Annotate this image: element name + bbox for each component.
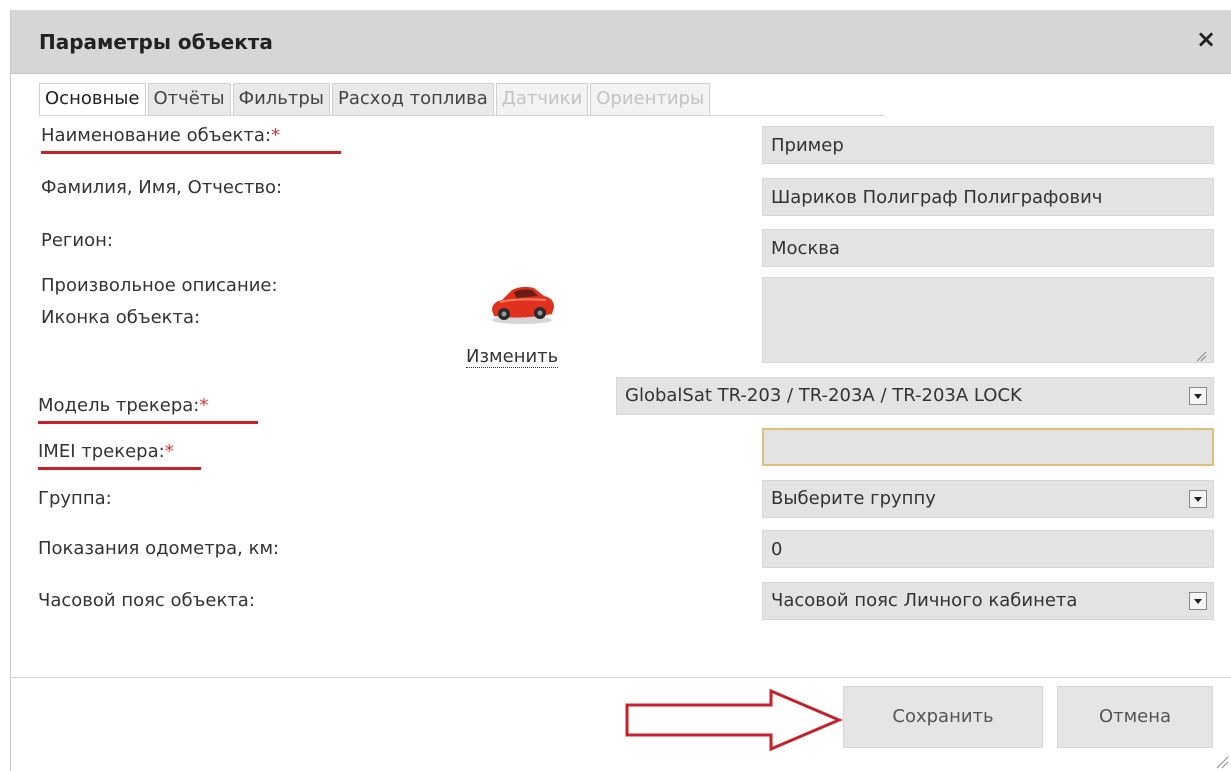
tab-landmarks: Ориентиры xyxy=(590,83,711,115)
footer-divider xyxy=(11,677,1231,678)
object-name-input[interactable] xyxy=(762,126,1214,164)
timezone-label: Часовой пояс объекта: xyxy=(38,590,255,611)
tab-reports[interactable]: Отчёты xyxy=(147,83,231,115)
required-asterisk: * xyxy=(199,395,209,416)
imei-label: IMEI трекера:* xyxy=(38,441,174,462)
imei-input[interactable] xyxy=(762,428,1214,466)
description-textarea[interactable] xyxy=(762,277,1214,363)
chevron-down-icon[interactable] xyxy=(1189,387,1207,405)
description-label: Произвольное описание: xyxy=(41,275,278,296)
object-name-label-text: Наименование объекта: xyxy=(41,125,271,146)
group-select[interactable]: Выберите группу xyxy=(762,480,1214,518)
tab-filters[interactable]: Фильтры xyxy=(232,83,331,115)
chevron-down-icon[interactable] xyxy=(1189,490,1207,508)
save-button[interactable]: Сохранить xyxy=(843,686,1043,748)
dialog-titlebar: Параметры объекта × xyxy=(11,10,1231,74)
object-name-label: Наименование объекта:* xyxy=(41,125,280,146)
full-name-label: Фамилия, Имя, Отчество: xyxy=(41,177,283,198)
dialog-title: Параметры объекта xyxy=(39,30,273,54)
odometer-label: Показания одометра, км: xyxy=(38,538,280,559)
full-name-input[interactable] xyxy=(762,178,1214,216)
red-underline xyxy=(38,421,258,424)
resize-grip-icon[interactable] xyxy=(1195,350,1207,362)
odometer-input[interactable] xyxy=(762,530,1214,568)
object-icon-label: Иконка объекта: xyxy=(41,307,201,328)
change-icon-link[interactable]: Изменить xyxy=(466,346,559,368)
imei-label-text: IMEI трекера: xyxy=(38,441,165,462)
object-parameters-dialog: Параметры объекта × Основные Отчёты Филь… xyxy=(10,10,1231,771)
close-icon[interactable]: × xyxy=(1194,27,1218,51)
red-underline xyxy=(41,151,341,154)
region-label: Регион: xyxy=(41,230,113,251)
tracker-model-select[interactable]: GlobalSat TR-203 / TR-203A / TR-203A LOC… xyxy=(616,377,1214,415)
red-car-icon[interactable] xyxy=(486,280,558,326)
red-arrow-icon xyxy=(625,688,843,752)
tab-basic[interactable]: Основные xyxy=(39,83,146,115)
chevron-down-icon[interactable] xyxy=(1189,592,1207,610)
timezone-select[interactable]: Часовой пояс Личного кабинета xyxy=(762,582,1214,620)
tracker-model-label-text: Модель трекера: xyxy=(38,395,200,416)
window-resize-icon[interactable] xyxy=(1215,755,1229,769)
region-input[interactable] xyxy=(762,229,1214,267)
group-value: Выберите группу xyxy=(771,488,936,509)
tab-sensors: Датчики xyxy=(495,83,589,115)
tab-fuel-consumption[interactable]: Расход топлива xyxy=(332,83,494,115)
required-asterisk: * xyxy=(270,125,280,146)
tracker-model-value: GlobalSat TR-203 / TR-203A / TR-203A LOC… xyxy=(625,385,1022,406)
red-underline xyxy=(38,467,201,470)
required-asterisk: * xyxy=(164,441,174,462)
tab-bar: Основные Отчёты Фильтры Расход топлива Д… xyxy=(39,83,885,116)
group-label: Группа: xyxy=(38,488,112,509)
timezone-value: Часовой пояс Личного кабинета xyxy=(771,590,1078,611)
tracker-model-label: Модель трекера:* xyxy=(38,395,208,416)
cancel-button[interactable]: Отмена xyxy=(1057,686,1213,748)
